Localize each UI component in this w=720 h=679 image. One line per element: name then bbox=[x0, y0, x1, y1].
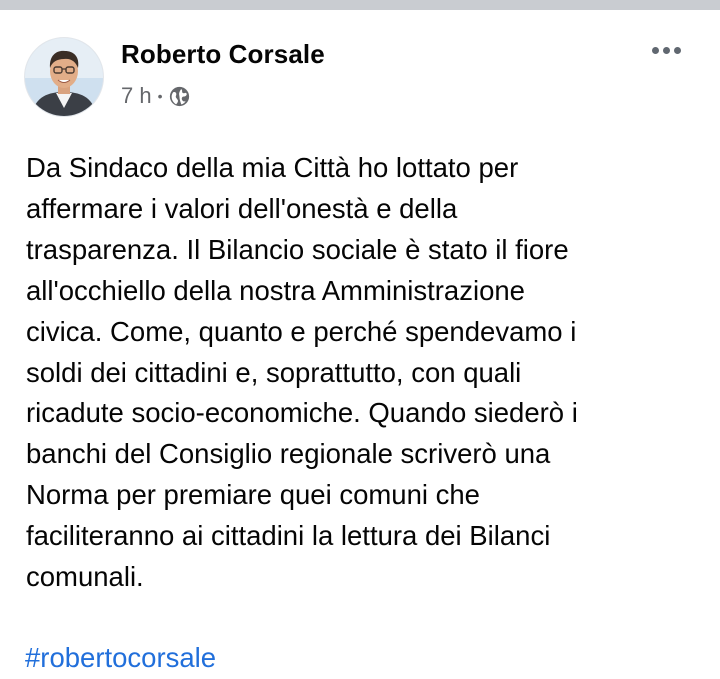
more-dot bbox=[673, 46, 681, 54]
hashtag-link[interactable]: #robertocorsale bbox=[25, 641, 216, 675]
feed-divider bbox=[0, 0, 720, 10]
avatar[interactable] bbox=[24, 37, 104, 117]
post-body-line: all'occhiello della nostra Amministrazio… bbox=[26, 274, 525, 306]
post-body-line: faciliteranno ai cittadini la lettura de… bbox=[26, 520, 551, 552]
post-body: Da Sindaco della mia Città ho lottato pe… bbox=[26, 148, 706, 598]
post-body-line: trasparenza. Il Bilancio sociale è stato… bbox=[26, 233, 569, 265]
more-options-icon[interactable] bbox=[646, 40, 686, 60]
post-meta: 7 h • bbox=[121, 83, 190, 109]
profile-photo bbox=[25, 38, 103, 116]
post-body-line: soldi dei cittadini e, soprattutto, con … bbox=[26, 356, 522, 388]
post-body-line: civica. Come, quanto e perché spendevamo… bbox=[26, 315, 577, 347]
post-body-line: comunali. bbox=[26, 561, 144, 593]
author-name[interactable]: Roberto Corsale bbox=[121, 39, 325, 70]
more-dot bbox=[651, 46, 659, 54]
post-body-line: affermare i valori dell'onestà e della bbox=[26, 192, 458, 224]
globe-icon[interactable] bbox=[169, 86, 190, 107]
more-dot bbox=[662, 46, 670, 54]
meta-separator: • bbox=[157, 88, 163, 104]
post-time[interactable]: 7 h bbox=[121, 83, 152, 109]
post-body-line: ricadute socio-economiche. Quando sieder… bbox=[26, 397, 578, 429]
post-body-line: Da Sindaco della mia Città ho lottato pe… bbox=[26, 152, 519, 183]
facebook-post: Roberto Corsale 7 h • Da Sindaco della m… bbox=[0, 10, 720, 679]
post-body-line: Norma per premiare quei comuni che bbox=[26, 479, 480, 511]
post-body-line: banchi del Consiglio regionale scriverò … bbox=[26, 438, 551, 470]
